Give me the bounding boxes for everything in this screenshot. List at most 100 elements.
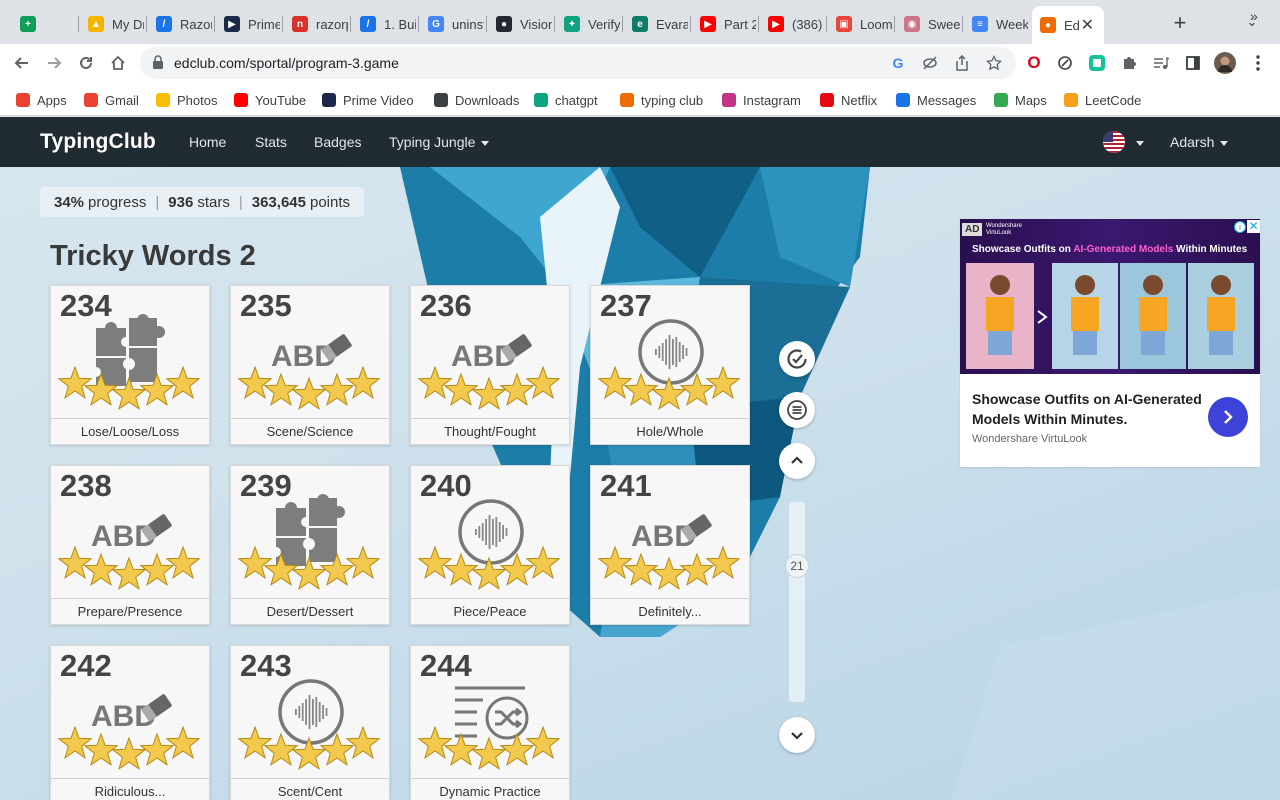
browser-tab[interactable]: nrazorp (284, 8, 348, 40)
language-dropdown-caret[interactable] (1130, 134, 1144, 150)
bookmark-leetcode[interactable]: LeetCode (1064, 91, 1141, 109)
completed-lessons-button[interactable] (779, 341, 815, 377)
bookmark-instagram[interactable]: Instagram (722, 91, 801, 109)
lesson-card[interactable]: ABD 236 Thought/Fought (410, 285, 570, 445)
tab-title: Ed (1064, 17, 1080, 33)
browser-tab[interactable]: ▲ My Dr (80, 8, 144, 40)
browser-tab[interactable]: ≡ Week (964, 8, 1028, 40)
ad-close-icon[interactable]: ✕ (1247, 220, 1260, 233)
bookmark-label: Netflix (841, 92, 878, 108)
browser-tab[interactable]: ▶ Part 2 (692, 8, 756, 40)
address-url[interactable]: edclub.com/sportal/program-3.game (174, 55, 399, 71)
bookmark-favicon-icon (234, 93, 248, 107)
star-icon (597, 366, 633, 399)
bookmark-label: Instagram (743, 92, 801, 108)
us-flag-icon[interactable] (1103, 131, 1125, 153)
scroll-down-button[interactable] (779, 717, 815, 753)
ad-open-button[interactable] (1208, 397, 1248, 437)
lesson-scroll-position[interactable]: 21 (785, 554, 809, 578)
browser-tab[interactable]: ▣ Loom (828, 8, 892, 40)
browser-tab[interactable]: / 1. Buil (352, 8, 416, 40)
lesson-card[interactable]: 243 Scent/Cent (230, 645, 390, 800)
bookmark-messages[interactable]: Messages (896, 91, 976, 109)
bookmark-photos[interactable]: Photos (156, 91, 217, 109)
lesson-card[interactable]: 240 Piece/Peace (410, 465, 570, 625)
bookmark-prime-video[interactable]: Prime Video (322, 91, 414, 109)
lesson-card[interactable]: 237 Hole/Whole (590, 285, 750, 445)
bookmark-maps[interactable]: Maps (994, 91, 1047, 109)
tab-title: Loom (860, 16, 892, 32)
reload-icon[interactable] (74, 51, 98, 75)
ad-headline[interactable]: Showcase Outfits on AI-Generated Models … (972, 389, 1202, 429)
tab-title: Vision (520, 16, 552, 32)
opera-extension-icon[interactable]: O (1022, 51, 1046, 75)
lesson-card[interactable]: ABD 235 Scene/Science (230, 285, 390, 445)
forward-icon[interactable] (42, 51, 66, 75)
typingclub-logo[interactable]: TypingClub (40, 130, 156, 154)
bookmark-chatgpt[interactable]: chatgpt (534, 91, 598, 109)
ad-banner-headline-suffix: Within Minutes (1173, 244, 1248, 255)
tab-active[interactable]: ● Ed ✕ (1032, 6, 1104, 44)
browser-tab[interactable]: Guninst (420, 8, 484, 40)
browser-tab[interactable]: ◉ Sweet (896, 8, 960, 40)
close-tab-icon[interactable]: ✕ (1081, 15, 1094, 35)
browser-tab[interactable]: ▶ Prime (216, 8, 280, 40)
profile-avatar[interactable] (1213, 51, 1237, 75)
browser-tab[interactable]: e Evara (624, 8, 688, 40)
lesson-label: Thought/Fought (444, 424, 536, 439)
browser-tab[interactable]: ✦ Verify (556, 8, 620, 40)
star-icon (525, 726, 561, 759)
browser-menu-icon[interactable] (1246, 51, 1270, 75)
lesson-card[interactable]: ABD 242 Ridiculous... (50, 645, 210, 800)
bookmark-netflix[interactable]: Netflix (820, 91, 877, 109)
address-bar[interactable]: edclub.com/sportal/program-3.game G (140, 47, 1016, 79)
nav-typing-jungle[interactable]: Typing Jungle (389, 134, 490, 150)
menu-button[interactable] (779, 392, 815, 428)
new-tab-button[interactable]: + (1168, 12, 1192, 36)
bookmark-youtube[interactable]: YouTube (234, 91, 306, 109)
lesson-card[interactable]: 234 Lose/Loose/Loss (50, 285, 210, 445)
browser-tab[interactable]: ▶ (386) (760, 8, 824, 40)
lesson-scroll-track[interactable] (789, 502, 805, 702)
bookmark-downloads[interactable]: Downloads (434, 91, 519, 109)
browser-tab[interactable]: / Razor (148, 8, 212, 40)
bookmark-label: Gmail (105, 92, 139, 108)
browser-tab[interactable]: + (12, 8, 42, 40)
tab-favicon-icon: ▶ (768, 16, 784, 32)
tracking-hidden-icon[interactable] (920, 53, 940, 73)
lesson-card[interactable]: 239 Desert/Dessert (230, 465, 390, 625)
scroll-up-button[interactable] (779, 443, 815, 479)
bookmark-gmail[interactable]: Gmail (84, 91, 139, 109)
lesson-card[interactable]: ABD 241 Definitely... (590, 465, 750, 625)
lesson-card[interactable]: 244 Dynamic Practice (410, 645, 570, 800)
share-icon[interactable] (952, 53, 972, 73)
bookmark-typing-club[interactable]: typing club (620, 91, 703, 109)
ad-banner-image[interactable]: AD Wondershare VirtuLook Showcase Outfit… (960, 219, 1260, 374)
menu-list-icon (787, 400, 807, 420)
extension-icon-2[interactable] (1053, 51, 1077, 75)
user-menu[interactable]: Adarsh (1170, 134, 1229, 150)
lesson-stars (57, 366, 201, 410)
nav-stats[interactable]: Stats (255, 134, 287, 150)
back-icon[interactable] (10, 51, 34, 75)
google-lens-icon[interactable]: G (888, 53, 908, 73)
media-control-icon[interactable] (1149, 51, 1173, 75)
star-icon (291, 376, 327, 410)
ad-info-icon[interactable]: i (1234, 221, 1246, 233)
home-icon[interactable] (106, 51, 130, 75)
browser-tab[interactable]: ● Vision (488, 8, 552, 40)
lesson-card[interactable]: ABD 238 Prepare/Presence (50, 465, 210, 625)
grammarly-extension-icon[interactable] (1085, 51, 1109, 75)
bookmarks-overflow-icon[interactable]: » (1250, 8, 1258, 24)
bookmark-apps[interactable]: Apps (16, 91, 67, 109)
star-icon (525, 366, 561, 399)
bookmark-star-icon[interactable] (984, 53, 1004, 73)
nav-badges[interactable]: Badges (314, 134, 361, 150)
lesson-number: 238 (60, 468, 112, 503)
side-panel-icon[interactable] (1181, 51, 1205, 75)
chevron-down-icon (1136, 140, 1144, 146)
advertisement[interactable]: AD Wondershare VirtuLook Showcase Outfit… (960, 219, 1260, 467)
extensions-puzzle-icon[interactable] (1117, 51, 1141, 75)
nav-home[interactable]: Home (189, 134, 226, 150)
lesson-stars (57, 546, 201, 590)
